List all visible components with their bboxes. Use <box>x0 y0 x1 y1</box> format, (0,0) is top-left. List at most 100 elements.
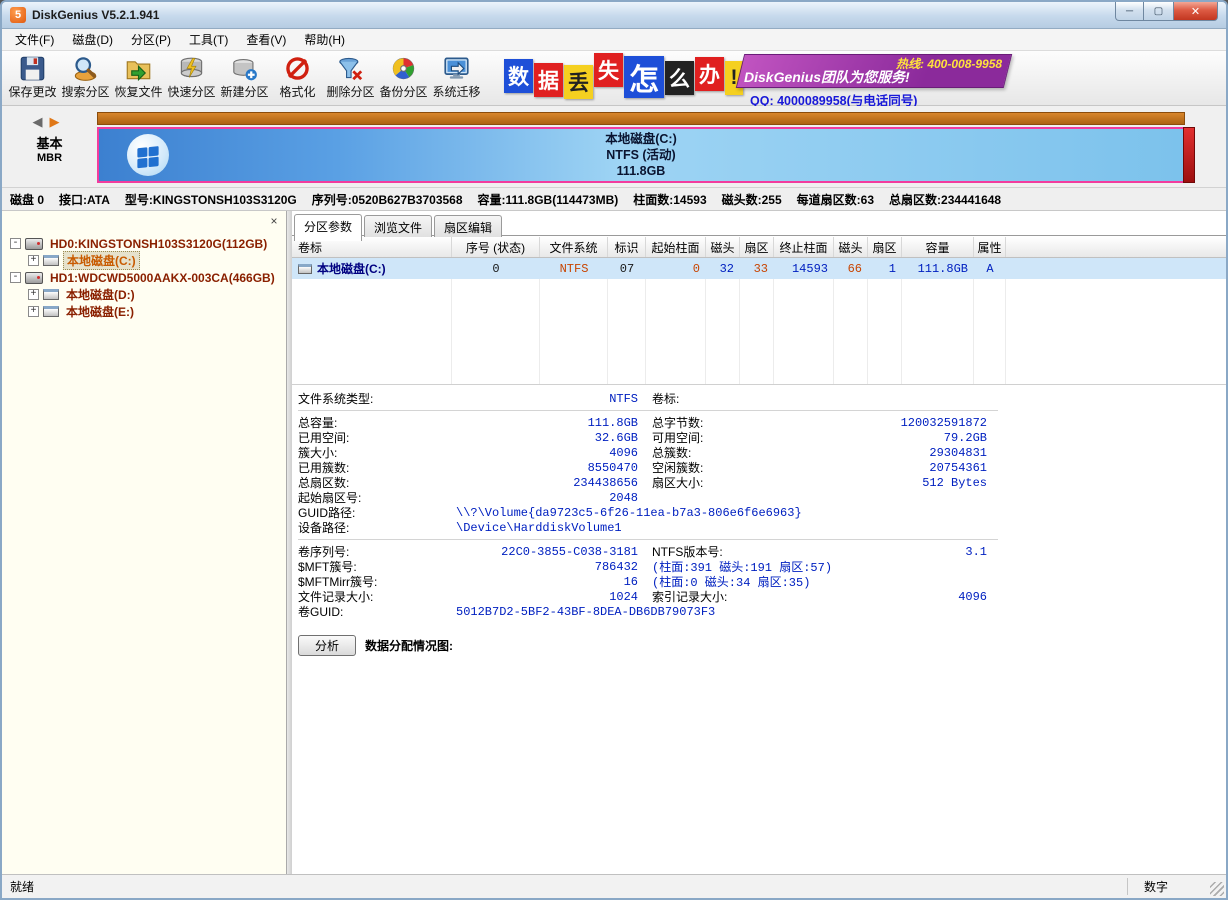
toolbar-button-system-migrate[interactable]: 系统迁移 <box>430 53 483 105</box>
details-value: 111.8GB <box>448 416 638 430</box>
ad-hotline: 热线: 400-008-9958 <box>896 55 1002 72</box>
disk-info-segment: 柱面数:14593 <box>633 191 706 208</box>
hdd-icon <box>25 238 43 250</box>
partition-bar[interactable]: 本地磁盘(C:) NTFS (活动) 111.8GB <box>97 127 1185 183</box>
toolbar-button-delete-partition[interactable]: 删除分区 <box>324 53 377 105</box>
menu-item-disk[interactable]: 磁盘(D) <box>63 28 122 51</box>
menu-item-help[interactable]: 帮助(H) <box>295 28 354 51</box>
toolbar-button-format[interactable]: 格式化 <box>271 53 324 105</box>
ad-block: 怎 <box>624 56 664 98</box>
toolbar-button-recover-files[interactable]: 恢复文件 <box>112 53 165 105</box>
tree-item[interactable]: - HD0:KINGSTONSH103S3120G(112GB) <box>2 235 286 252</box>
column-header-8[interactable]: 磁头 <box>834 237 868 257</box>
ad-blocks: 数据丢失怎么办! <box>504 51 744 99</box>
disk-info-segment: 序列号:0520B627B3703568 <box>312 191 463 208</box>
quick-partition-icon <box>178 55 205 82</box>
expand-icon[interactable]: + <box>28 306 39 317</box>
menu-item-tools[interactable]: 工具(T) <box>180 28 237 51</box>
column-header-3[interactable]: 标识 <box>608 237 646 257</box>
ad-block: 丢 <box>564 65 593 99</box>
details-value: 786432 <box>448 560 638 574</box>
column-header-4[interactable]: 起始柱面 <box>646 237 706 257</box>
menu-item-view[interactable]: 查看(V) <box>237 28 295 51</box>
table-cell: 32 <box>706 258 740 279</box>
status-bar: 就绪 数字 <box>2 874 1226 898</box>
collapse-icon[interactable]: - <box>10 272 21 283</box>
expand-icon[interactable]: + <box>28 289 39 300</box>
tree-item[interactable]: + 本地磁盘(E:) <box>2 303 286 320</box>
details-row: 设备路径:\Device\HarddiskVolume1 <box>298 520 998 535</box>
details-value: 234438656 <box>448 476 638 490</box>
details-value: 32.6GB <box>448 431 638 445</box>
details-value: \Device\HarddiskVolume1 <box>448 521 622 535</box>
table-row[interactable]: 本地磁盘(C:)0NTFS070323314593661111.8GBA <box>292 258 1226 279</box>
tree-item[interactable]: - HD1:WDCWD5000AAKX-003CA(466GB) <box>2 269 286 286</box>
partition-bar-text: 本地磁盘(C:) NTFS (活动) 111.8GB <box>99 129 1183 181</box>
disk-tree: - HD0:KINGSTONSH103S3120G(112GB) + 本地磁盘(C:)… <box>2 235 286 320</box>
details-row: 总容量:111.8GB总字节数:120032591872 <box>298 415 998 430</box>
column-header-10[interactable]: 容量 <box>902 237 974 257</box>
expand-icon[interactable]: + <box>28 255 39 266</box>
details-row: 簇大小:4096总簇数:29304831 <box>298 445 998 460</box>
details-row: 文件记录大小:1024索引记录大小:4096 <box>298 589 998 604</box>
details-row: 已用空间:32.6GB可用空间:79.2GB <box>298 430 998 445</box>
tree-item[interactable]: + 本地磁盘(C:) <box>2 252 286 269</box>
tree-item-label[interactable]: 本地磁盘(D:) <box>63 286 138 303</box>
table-empty-row <box>292 342 1226 363</box>
toolbar-button-save[interactable]: 保存更改 <box>6 53 59 105</box>
right-panel: 分区参数浏览文件扇区编辑 卷标序号 (状态)文件系统标识起始柱面磁头扇区终止柱面… <box>292 211 1226 874</box>
menu-item-file[interactable]: 文件(F) <box>6 28 63 51</box>
resize-grip[interactable] <box>1210 882 1224 896</box>
ad-slogan: DiskGenius团队为您服务! <box>744 67 910 87</box>
toolbar: 保存更改搜索分区恢复文件快速分区新建分区格式化删除分区备份分区系统迁移 数据丢失… <box>2 51 1226 106</box>
ad-banner[interactable]: 数据丢失怎么办! DiskGenius团队为您服务! 热线: 400-008-9… <box>504 51 1024 106</box>
details-row: 起始扇区号:2048 <box>298 490 998 505</box>
details-value: NTFS <box>448 392 638 406</box>
details-value: 1024 <box>448 590 638 604</box>
column-header-5[interactable]: 磁头 <box>706 237 740 257</box>
minimize-button[interactable]: ─ <box>1115 2 1144 21</box>
column-header-6[interactable]: 扇区 <box>740 237 774 257</box>
column-header-1[interactable]: 序号 (状态) <box>452 237 540 257</box>
toolbar-button-search-partition[interactable]: 搜索分区 <box>59 53 112 105</box>
disk-info-segment: 总扇区数:234441648 <box>889 191 1001 208</box>
details-value: 8550470 <box>448 461 638 475</box>
ad-block: 失 <box>594 53 623 87</box>
details-value: 3.1 <box>837 545 987 559</box>
tree-item-label[interactable]: 本地磁盘(C:) <box>63 251 140 270</box>
nav-forward-icon[interactable]: ▶ <box>50 114 67 129</box>
disk-band: ◀▶ 基本 MBR 本地磁盘(C:) NTFS (活动) 111.8GB <box>2 106 1226 188</box>
tree-item[interactable]: + 本地磁盘(D:) <box>2 286 286 303</box>
details-label: 设备路径: <box>298 519 448 536</box>
column-header-2[interactable]: 文件系统 <box>540 237 608 257</box>
details-value: 79.2GB <box>837 431 987 445</box>
ad-block: 数 <box>504 59 533 93</box>
diskgenius-window: 5 DiskGenius V5.2.1.941 ─ ▢ ✕ 文件(F)磁盘(D)… <box>0 0 1228 900</box>
column-header-9[interactable]: 扇区 <box>868 237 902 257</box>
table-body: 本地磁盘(C:)0NTFS070323314593661111.8GBA <box>292 258 1226 384</box>
close-button[interactable]: ✕ <box>1173 2 1218 21</box>
tree-item-label[interactable]: HD0:KINGSTONSH103S3120G(112GB) <box>47 237 270 251</box>
column-header-11[interactable]: 属性 <box>974 237 1006 257</box>
collapse-icon[interactable]: - <box>10 238 21 249</box>
maximize-button[interactable]: ▢ <box>1144 2 1173 21</box>
partition-table: 卷标序号 (状态)文件系统标识起始柱面磁头扇区终止柱面磁头扇区容量属性 本地磁盘… <box>292 237 1226 385</box>
toolbar-button-new-partition[interactable]: 新建分区 <box>218 53 271 105</box>
details-value: \\?\Volume{da9723c5-6f26-11ea-b7a3-806e6… <box>448 506 802 520</box>
allocation-caption: 数据分配情况图: <box>365 637 453 654</box>
disk-header-strip[interactable] <box>97 112 1185 125</box>
partition-style-label: 基本 <box>2 133 97 152</box>
column-header-7[interactable]: 终止柱面 <box>774 237 834 257</box>
table-cell: 111.8GB <box>902 258 974 279</box>
toolbar-button-quick-partition[interactable]: 快速分区 <box>165 53 218 105</box>
toolbar-button-backup-partition[interactable]: 备份分区 <box>377 53 430 105</box>
menu-item-partition[interactable]: 分区(P) <box>122 28 180 51</box>
tab-partition-params[interactable]: 分区参数 <box>294 214 362 241</box>
table-cell: 0 <box>646 258 706 279</box>
tree-close-icon[interactable]: × <box>267 215 281 229</box>
toolbar-buttons: 保存更改搜索分区恢复文件快速分区新建分区格式化删除分区备份分区系统迁移 <box>6 53 483 105</box>
tree-item-label[interactable]: 本地磁盘(E:) <box>63 303 137 320</box>
tree-item-label[interactable]: HD1:WDCWD5000AAKX-003CA(466GB) <box>47 271 278 285</box>
nav-back-icon[interactable]: ◀ <box>33 114 50 129</box>
analyze-button[interactable]: 分析 <box>298 635 356 656</box>
